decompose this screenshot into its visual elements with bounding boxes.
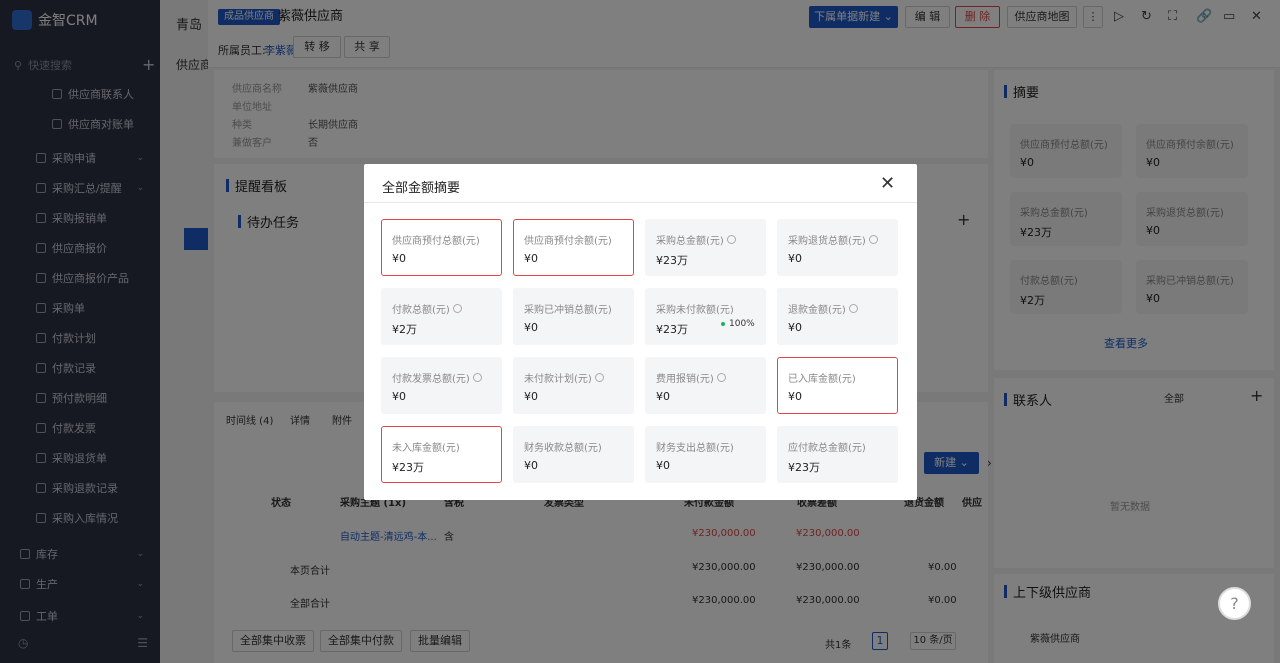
amount-card: 采购总金额(元) ¥23万 xyxy=(645,219,766,276)
percent-indicator: 100% xyxy=(721,319,755,329)
amount-card-value: ¥0 xyxy=(656,459,670,472)
amount-card-label: 未入库金额(元) xyxy=(392,439,460,454)
amount-card: 费用报销(元) ¥0 xyxy=(645,357,766,414)
clock-icon[interactable] xyxy=(716,373,726,382)
amount-card-value: ¥0 xyxy=(524,390,538,403)
amount-card-label: 采购总金额(元) xyxy=(656,232,736,247)
amount-card-value: ¥23万 xyxy=(392,461,424,474)
amount-card-value: ¥23万 xyxy=(656,323,688,336)
amount-label-text: 未入库金额(元) xyxy=(392,443,460,454)
help-icon[interactable]: ? xyxy=(1218,587,1251,620)
amount-label-text: 采购已冲销总额(元) xyxy=(524,305,612,316)
amount-label-text: 费用报销(元) xyxy=(656,374,714,385)
percent-value: 100% xyxy=(729,319,755,329)
amount-card: 未入库金额(元) ¥23万 xyxy=(381,426,502,483)
close-icon[interactable]: ✕ xyxy=(880,175,895,193)
amount-card-value: ¥0 xyxy=(524,459,538,472)
amount-label-text: 付款发票总额(元) xyxy=(392,374,470,385)
amount-label-text: 应付款总金额(元) xyxy=(788,443,866,454)
status-dot-icon xyxy=(721,322,725,326)
amount-card: 未付款计划(元) ¥0 xyxy=(513,357,634,414)
amount-label-text: 供应商预付总额(元) xyxy=(392,236,480,247)
amount-label-text: 采购退货总额(元) xyxy=(788,236,866,247)
amount-card-label: 应付款总金额(元) xyxy=(788,439,866,454)
amount-card: 采购已冲销总额(元) ¥0 xyxy=(513,288,634,345)
amount-card-value: ¥0 xyxy=(524,252,538,265)
amount-label-text: 采购总金额(元) xyxy=(656,236,724,247)
amount-label-text: 供应商预付余额(元) xyxy=(524,236,612,247)
clock-icon[interactable] xyxy=(726,235,736,244)
amount-label-text: 退款金额(元) xyxy=(788,305,846,316)
amount-summary-modal: 全部金额摘要 ✕ 供应商预付总额(元) ¥0 供应商预付余额(元) ¥0 采购总金额(元… xyxy=(364,164,917,500)
amount-card: 已入库金额(元) ¥0 xyxy=(777,357,898,414)
amount-card-value: ¥0 xyxy=(788,252,802,265)
amount-card: 供应商预付余额(元) ¥0 xyxy=(513,219,634,276)
amount-card-label: 供应商预付总额(元) xyxy=(392,232,480,247)
clock-icon[interactable] xyxy=(594,373,604,382)
amount-card-label: 采购已冲销总额(元) xyxy=(524,301,612,316)
amount-label-text: 财务支出总额(元) xyxy=(656,443,734,454)
amount-card: 采购未付款额(元) ¥23万 100% xyxy=(645,288,766,345)
amount-card-value: ¥23万 xyxy=(788,461,820,474)
amount-card-value: ¥0 xyxy=(788,390,802,403)
amount-card-label: 供应商预付余额(元) xyxy=(524,232,612,247)
amount-card-label: 退款金额(元) xyxy=(788,301,858,316)
amount-card-value: ¥23万 xyxy=(656,254,688,267)
amount-card-value: ¥2万 xyxy=(392,323,417,336)
amount-card-label: 未付款计划(元) xyxy=(524,370,604,385)
amount-card-label: 财务收款总额(元) xyxy=(524,439,602,454)
amount-card: 供应商预付总额(元) ¥0 xyxy=(381,219,502,276)
clock-icon[interactable] xyxy=(848,304,858,313)
amount-card: 付款发票总额(元) ¥0 xyxy=(381,357,502,414)
amount-label-text: 已入库金额(元) xyxy=(788,374,856,385)
amount-card-label: 付款总额(元) xyxy=(392,301,462,316)
amount-card-value: ¥0 xyxy=(788,321,802,334)
amount-card-label: 付款发票总额(元) xyxy=(392,370,482,385)
amount-card: 付款总额(元) ¥2万 xyxy=(381,288,502,345)
modal-title: 全部金额摘要 xyxy=(382,181,461,196)
amount-card-value: ¥0 xyxy=(524,321,538,334)
amount-card-label: 采购退货总额(元) xyxy=(788,232,878,247)
modal-divider xyxy=(364,202,917,203)
amount-card: 退款金额(元) ¥0 xyxy=(777,288,898,345)
amount-card-value: ¥0 xyxy=(656,390,670,403)
amount-label-text: 采购未付款额(元) xyxy=(656,305,734,316)
clock-icon[interactable] xyxy=(452,304,462,313)
amount-card-label: 已入库金额(元) xyxy=(788,370,856,385)
clock-icon[interactable] xyxy=(472,373,482,382)
amount-card-value: ¥0 xyxy=(392,252,406,265)
amount-label-text: 付款总额(元) xyxy=(392,305,450,316)
amount-label-text: 未付款计划(元) xyxy=(524,374,592,385)
amount-card: 应付款总金额(元) ¥23万 xyxy=(777,426,898,483)
amount-card-value: ¥0 xyxy=(392,390,406,403)
amount-card-label: 财务支出总额(元) xyxy=(656,439,734,454)
amount-card: 采购退货总额(元) ¥0 xyxy=(777,219,898,276)
amount-card: 财务支出总额(元) ¥0 xyxy=(645,426,766,483)
clock-icon[interactable] xyxy=(868,235,878,244)
amount-label-text: 财务收款总额(元) xyxy=(524,443,602,454)
amount-card: 财务收款总额(元) ¥0 xyxy=(513,426,634,483)
amount-card-label: 采购未付款额(元) xyxy=(656,301,734,316)
amount-card-label: 费用报销(元) xyxy=(656,370,726,385)
